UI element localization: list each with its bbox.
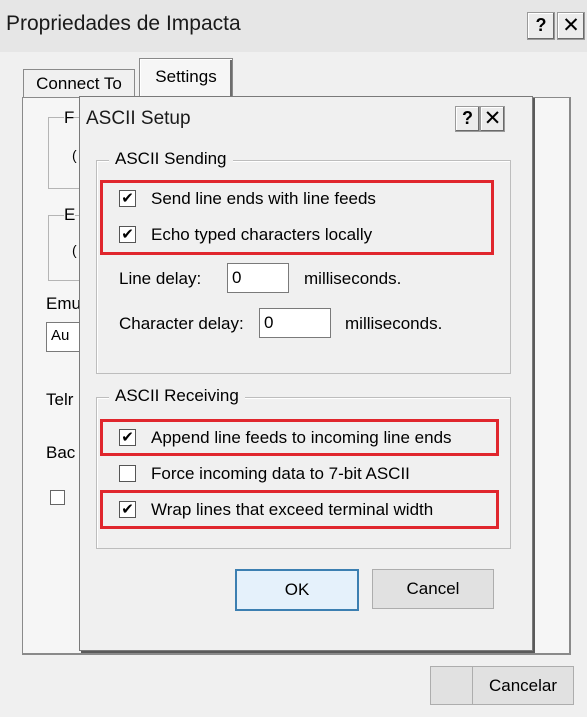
ascii-close-button[interactable]: ✕: [480, 106, 505, 132]
title-bar: Propriedades de Impacta ? ✕: [0, 0, 587, 52]
ascii-sending-group: ASCII Sending ✔ Send line ends with line…: [96, 149, 511, 374]
checkbox-checked[interactable]: ✔: [119, 501, 136, 518]
option-label: Echo typed characters locally: [151, 225, 373, 244]
char-delay-label: Character delay:: [119, 314, 244, 333]
line-delay-unit: milliseconds.: [304, 269, 402, 288]
option-label: Wrap lines that exceed terminal width: [151, 500, 434, 519]
ascii-title-bar: ASCII Setup ? ✕: [80, 97, 532, 142]
group-label-fragment-2: E: [64, 205, 76, 225]
group-label-fragment: F: [64, 108, 75, 128]
option-label: Force incoming data to 7-bit ASCII: [151, 464, 410, 483]
ascii-ok-button[interactable]: OK: [235, 569, 359, 611]
ascii-help-button[interactable]: ?: [455, 106, 480, 132]
option-label: Send line ends with line feeds: [151, 189, 376, 208]
ascii-dialog-title: ASCII Setup: [86, 108, 191, 129]
radio-fragment-2: (: [72, 242, 77, 258]
ascii-setup-dialog: ASCII Setup ? ✕ ASCII Sending ✔ Send lin…: [79, 96, 533, 651]
dialog-title: Propriedades de Impacta: [6, 12, 241, 35]
line-delay-label: Line delay:: [119, 269, 202, 288]
tab-settings[interactable]: Settings: [139, 58, 233, 98]
ascii-cancel-button[interactable]: Cancel: [372, 569, 494, 609]
tab-connect-to[interactable]: Connect To: [23, 69, 135, 98]
line-delay-input[interactable]: 0: [227, 263, 289, 293]
checkbox-unchecked[interactable]: [119, 465, 136, 482]
close-button[interactable]: ✕: [557, 12, 585, 40]
help-button[interactable]: ?: [527, 12, 555, 40]
ascii-receiving-group: ASCII Receiving ✔ Append line feeds to i…: [96, 386, 511, 549]
char-delay-unit: milliseconds.: [345, 314, 443, 333]
checkbox-checked[interactable]: ✔: [119, 429, 136, 446]
ascii-sending-legend: ASCII Sending: [109, 149, 233, 169]
emulation-label: Emu: [46, 294, 81, 313]
background-checkbox[interactable]: [50, 490, 65, 505]
char-delay-input[interactable]: 0: [259, 308, 331, 338]
option-label: Append line feeds to incoming line ends: [151, 428, 452, 447]
checkbox-checked[interactable]: ✔: [119, 226, 136, 243]
radio-fragment: (: [72, 147, 77, 163]
ascii-receiving-legend: ASCII Receiving: [109, 386, 245, 406]
cancel-button[interactable]: Cancelar: [472, 666, 574, 705]
backscroll-label: Bac: [46, 443, 76, 462]
telnet-label: Telr: [46, 390, 74, 409]
checkbox-checked[interactable]: ✔: [119, 190, 136, 207]
